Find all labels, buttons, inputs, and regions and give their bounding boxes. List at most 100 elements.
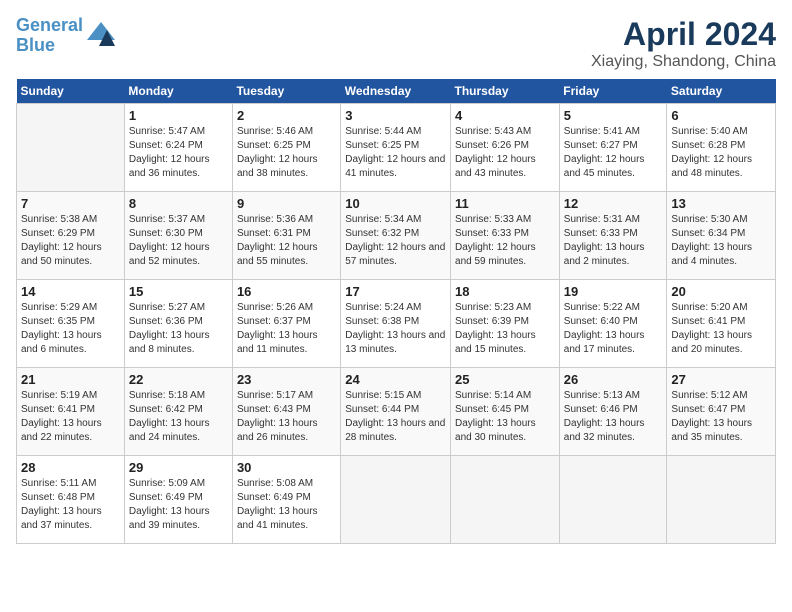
daylight-label: Daylight: 13 hours and 2 minutes. bbox=[564, 242, 645, 267]
daylight-label: Daylight: 13 hours and 15 minutes. bbox=[455, 330, 536, 355]
sunrise-label: Sunrise: 5:18 AM bbox=[129, 390, 205, 401]
calendar-cell: 4 Sunrise: 5:43 AM Sunset: 6:26 PM Dayli… bbox=[451, 104, 560, 192]
sunset-label: Sunset: 6:33 PM bbox=[564, 228, 638, 239]
day-info: Sunrise: 5:34 AM Sunset: 6:32 PM Dayligh… bbox=[345, 213, 446, 269]
daylight-label: Daylight: 12 hours and 38 minutes. bbox=[237, 154, 318, 179]
sunrise-label: Sunrise: 5:29 AM bbox=[21, 302, 97, 313]
sunset-label: Sunset: 6:30 PM bbox=[129, 228, 203, 239]
sunset-label: Sunset: 6:32 PM bbox=[345, 228, 419, 239]
col-wednesday: Wednesday bbox=[341, 79, 451, 104]
day-info: Sunrise: 5:36 AM Sunset: 6:31 PM Dayligh… bbox=[237, 213, 336, 269]
sunset-label: Sunset: 6:41 PM bbox=[21, 404, 95, 415]
day-info: Sunrise: 5:37 AM Sunset: 6:30 PM Dayligh… bbox=[129, 213, 228, 269]
calendar-week-5: 28 Sunrise: 5:11 AM Sunset: 6:48 PM Dayl… bbox=[17, 456, 776, 544]
logo-icon bbox=[85, 20, 117, 48]
calendar-week-1: 1 Sunrise: 5:47 AM Sunset: 6:24 PM Dayli… bbox=[17, 104, 776, 192]
day-number: 30 bbox=[237, 460, 336, 475]
daylight-label: Daylight: 12 hours and 55 minutes. bbox=[237, 242, 318, 267]
daylight-label: Daylight: 12 hours and 57 minutes. bbox=[345, 242, 445, 267]
calendar-cell: 1 Sunrise: 5:47 AM Sunset: 6:24 PM Dayli… bbox=[124, 104, 232, 192]
sunrise-label: Sunrise: 5:26 AM bbox=[237, 302, 313, 313]
sunset-label: Sunset: 6:49 PM bbox=[129, 492, 203, 503]
calendar-cell: 28 Sunrise: 5:11 AM Sunset: 6:48 PM Dayl… bbox=[17, 456, 125, 544]
day-number: 2 bbox=[237, 108, 336, 123]
calendar-cell bbox=[341, 456, 451, 544]
col-sunday: Sunday bbox=[17, 79, 125, 104]
day-number: 10 bbox=[345, 196, 446, 211]
calendar-cell: 17 Sunrise: 5:24 AM Sunset: 6:38 PM Dayl… bbox=[341, 280, 451, 368]
day-info: Sunrise: 5:38 AM Sunset: 6:29 PM Dayligh… bbox=[21, 213, 120, 269]
calendar-cell: 26 Sunrise: 5:13 AM Sunset: 6:46 PM Dayl… bbox=[559, 368, 667, 456]
calendar-cell: 2 Sunrise: 5:46 AM Sunset: 6:25 PM Dayli… bbox=[232, 104, 340, 192]
daylight-label: Daylight: 13 hours and 17 minutes. bbox=[564, 330, 645, 355]
daylight-label: Daylight: 13 hours and 13 minutes. bbox=[345, 330, 445, 355]
day-number: 11 bbox=[455, 196, 555, 211]
day-info: Sunrise: 5:30 AM Sunset: 6:34 PM Dayligh… bbox=[671, 213, 771, 269]
calendar-cell: 29 Sunrise: 5:09 AM Sunset: 6:49 PM Dayl… bbox=[124, 456, 232, 544]
day-number: 12 bbox=[564, 196, 663, 211]
day-number: 15 bbox=[129, 284, 228, 299]
sunset-label: Sunset: 6:43 PM bbox=[237, 404, 311, 415]
sunset-label: Sunset: 6:24 PM bbox=[129, 140, 203, 151]
day-info: Sunrise: 5:11 AM Sunset: 6:48 PM Dayligh… bbox=[21, 477, 120, 533]
day-number: 19 bbox=[564, 284, 663, 299]
day-number: 25 bbox=[455, 372, 555, 387]
day-number: 23 bbox=[237, 372, 336, 387]
sunrise-label: Sunrise: 5:12 AM bbox=[671, 390, 747, 401]
title-section: April 2024 Xiaying, Shandong, China bbox=[591, 16, 776, 71]
calendar-cell: 18 Sunrise: 5:23 AM Sunset: 6:39 PM Dayl… bbox=[451, 280, 560, 368]
day-number: 1 bbox=[129, 108, 228, 123]
day-number: 26 bbox=[564, 372, 663, 387]
day-number: 17 bbox=[345, 284, 446, 299]
calendar-cell: 30 Sunrise: 5:08 AM Sunset: 6:49 PM Dayl… bbox=[232, 456, 340, 544]
sunrise-label: Sunrise: 5:13 AM bbox=[564, 390, 640, 401]
sunrise-label: Sunrise: 5:46 AM bbox=[237, 126, 313, 137]
day-number: 8 bbox=[129, 196, 228, 211]
calendar-cell: 19 Sunrise: 5:22 AM Sunset: 6:40 PM Dayl… bbox=[559, 280, 667, 368]
calendar-cell: 23 Sunrise: 5:17 AM Sunset: 6:43 PM Dayl… bbox=[232, 368, 340, 456]
day-info: Sunrise: 5:29 AM Sunset: 6:35 PM Dayligh… bbox=[21, 301, 120, 357]
calendar-cell: 21 Sunrise: 5:19 AM Sunset: 6:41 PM Dayl… bbox=[17, 368, 125, 456]
day-info: Sunrise: 5:47 AM Sunset: 6:24 PM Dayligh… bbox=[129, 125, 228, 181]
calendar-cell: 25 Sunrise: 5:14 AM Sunset: 6:45 PM Dayl… bbox=[451, 368, 560, 456]
calendar-cell: 5 Sunrise: 5:41 AM Sunset: 6:27 PM Dayli… bbox=[559, 104, 667, 192]
logo-text: General Blue bbox=[16, 16, 83, 56]
sunrise-label: Sunrise: 5:47 AM bbox=[129, 126, 205, 137]
day-info: Sunrise: 5:41 AM Sunset: 6:27 PM Dayligh… bbox=[564, 125, 663, 181]
day-number: 9 bbox=[237, 196, 336, 211]
sunset-label: Sunset: 6:46 PM bbox=[564, 404, 638, 415]
daylight-label: Daylight: 12 hours and 43 minutes. bbox=[455, 154, 536, 179]
sunset-label: Sunset: 6:37 PM bbox=[237, 316, 311, 327]
day-info: Sunrise: 5:24 AM Sunset: 6:38 PM Dayligh… bbox=[345, 301, 446, 357]
day-number: 6 bbox=[671, 108, 771, 123]
col-tuesday: Tuesday bbox=[232, 79, 340, 104]
daylight-label: Daylight: 12 hours and 48 minutes. bbox=[671, 154, 752, 179]
calendar-cell: 9 Sunrise: 5:36 AM Sunset: 6:31 PM Dayli… bbox=[232, 192, 340, 280]
sunset-label: Sunset: 6:33 PM bbox=[455, 228, 529, 239]
col-friday: Friday bbox=[559, 79, 667, 104]
sunrise-label: Sunrise: 5:09 AM bbox=[129, 478, 205, 489]
day-info: Sunrise: 5:08 AM Sunset: 6:49 PM Dayligh… bbox=[237, 477, 336, 533]
sunrise-label: Sunrise: 5:24 AM bbox=[345, 302, 421, 313]
daylight-label: Daylight: 12 hours and 59 minutes. bbox=[455, 242, 536, 267]
sunrise-label: Sunrise: 5:40 AM bbox=[671, 126, 747, 137]
header-row: Sunday Monday Tuesday Wednesday Thursday… bbox=[17, 79, 776, 104]
sunrise-label: Sunrise: 5:15 AM bbox=[345, 390, 421, 401]
day-info: Sunrise: 5:17 AM Sunset: 6:43 PM Dayligh… bbox=[237, 389, 336, 445]
day-info: Sunrise: 5:26 AM Sunset: 6:37 PM Dayligh… bbox=[237, 301, 336, 357]
day-number: 16 bbox=[237, 284, 336, 299]
sunrise-label: Sunrise: 5:20 AM bbox=[671, 302, 747, 313]
day-info: Sunrise: 5:31 AM Sunset: 6:33 PM Dayligh… bbox=[564, 213, 663, 269]
sunrise-label: Sunrise: 5:23 AM bbox=[455, 302, 531, 313]
day-number: 7 bbox=[21, 196, 120, 211]
calendar-cell bbox=[667, 456, 776, 544]
sunset-label: Sunset: 6:34 PM bbox=[671, 228, 745, 239]
day-number: 5 bbox=[564, 108, 663, 123]
calendar-cell: 22 Sunrise: 5:18 AM Sunset: 6:42 PM Dayl… bbox=[124, 368, 232, 456]
sunrise-label: Sunrise: 5:31 AM bbox=[564, 214, 640, 225]
day-number: 24 bbox=[345, 372, 446, 387]
daylight-label: Daylight: 12 hours and 45 minutes. bbox=[564, 154, 645, 179]
day-info: Sunrise: 5:20 AM Sunset: 6:41 PM Dayligh… bbox=[671, 301, 771, 357]
calendar-cell bbox=[451, 456, 560, 544]
sunrise-label: Sunrise: 5:44 AM bbox=[345, 126, 421, 137]
